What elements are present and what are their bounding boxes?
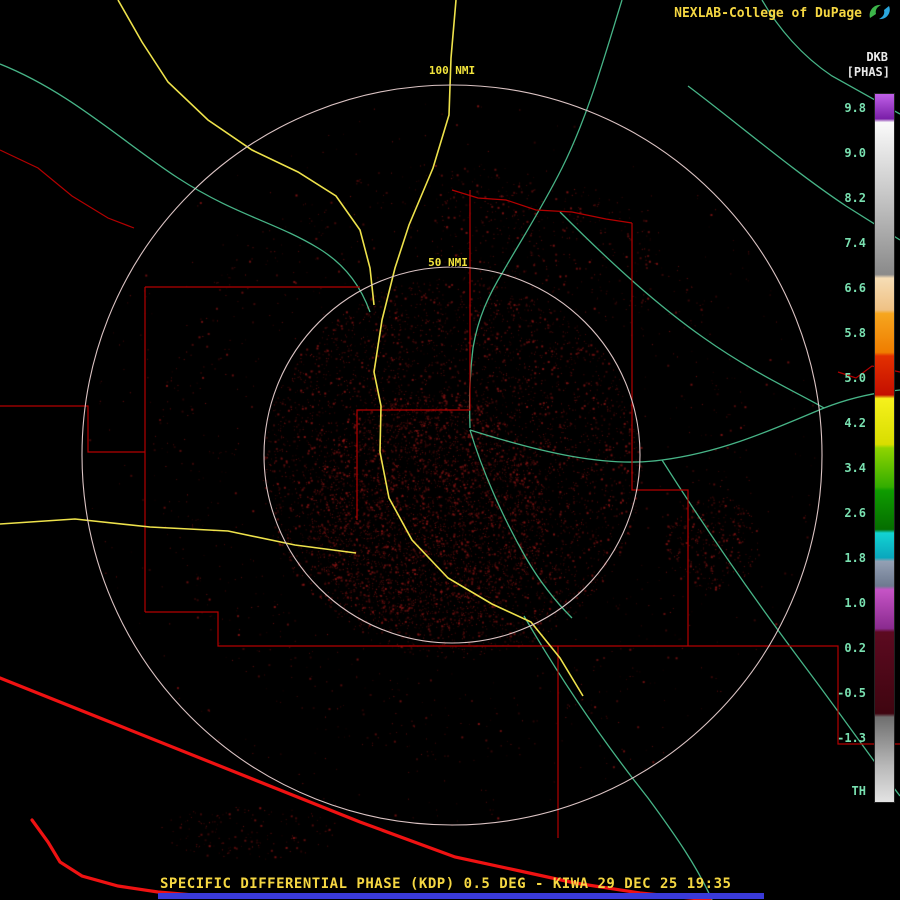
- map-overlay: [0, 0, 900, 900]
- colorbar-units-label: DKB: [866, 50, 888, 64]
- range-rings: [81, 84, 823, 826]
- colorbar-scale-label: [PHAS]: [846, 65, 890, 79]
- river-lines: [0, 0, 900, 900]
- footer-underline: [158, 893, 764, 899]
- range-ring-100nmi: [81, 84, 823, 826]
- colorbar: [874, 93, 895, 803]
- range-ring-label-50nmi: 50 NMI: [428, 256, 468, 269]
- site-title: NEXLAB-College of DuPage: [674, 6, 862, 21]
- range-ring-50nmi: [263, 266, 641, 644]
- radar-display: 100 NMI 50 NMI NEXLAB-College of DuPage …: [0, 0, 900, 900]
- county-lines: [0, 149, 900, 838]
- state-border-line: [0, 676, 712, 900]
- product-caption: SPECIFIC DIFFERENTIAL PHASE (KDP) 0.5 DE…: [160, 876, 732, 892]
- cod-logo-icon: [869, 4, 890, 20]
- range-ring-label-100nmi: 100 NMI: [428, 64, 476, 77]
- highway-lines: [0, 0, 584, 697]
